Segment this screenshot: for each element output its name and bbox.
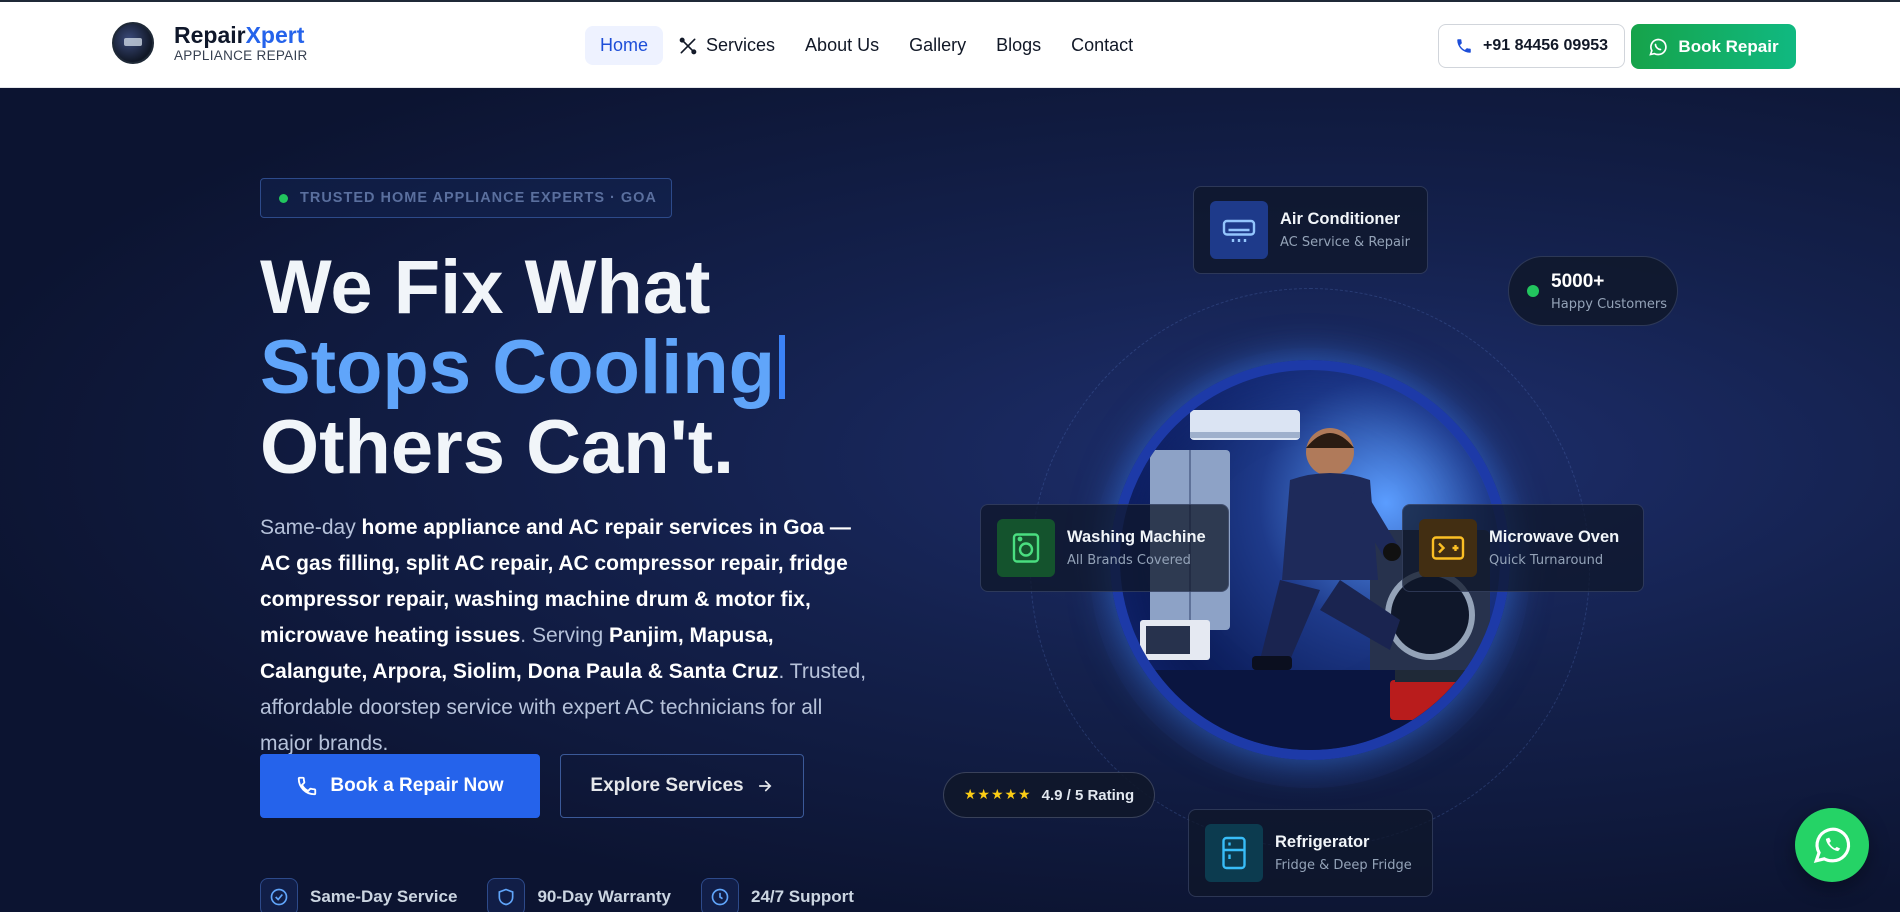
book-repair-now-button[interactable]: Book a Repair Now — [260, 754, 540, 818]
nav-contact[interactable]: Contact — [1056, 26, 1148, 65]
whatsapp-float-button[interactable] — [1795, 808, 1869, 882]
feature-warranty: 90-Day Warranty — [487, 878, 671, 912]
feature-list: Same-Day Service 90-Day Warranty 24/7 Su… — [260, 878, 884, 912]
book-repair-button[interactable]: Book Repair — [1631, 24, 1796, 69]
rating-badge: ★★★★★ 4.9 / 5 Rating — [943, 772, 1155, 818]
air-conditioner-icon — [1210, 201, 1268, 259]
refrigerator-icon — [1205, 824, 1263, 882]
status-dot-icon — [1527, 285, 1539, 297]
phone-button[interactable]: +91 84456 09953 — [1438, 24, 1626, 68]
clock-icon — [700, 878, 739, 912]
hero-section: TRUSTED HOME APPLIANCE EXPERTS · GOA We … — [0, 88, 1900, 912]
feature-support: 24/7 Support — [700, 878, 854, 912]
feature-same-day: Same-Day Service — [260, 878, 457, 912]
nav-blogs[interactable]: Blogs — [981, 26, 1056, 65]
card-air-conditioner[interactable]: Air Conditioner AC Service & Repair — [1193, 186, 1428, 274]
nav-services[interactable]: Services — [663, 26, 790, 65]
nav-about[interactable]: About Us — [790, 26, 894, 65]
nav-home[interactable]: Home — [585, 26, 664, 65]
card-washing-machine[interactable]: Washing Machine All Brands Covered — [980, 504, 1229, 592]
brand-subtitle: APPLIANCE REPAIR — [174, 47, 308, 63]
phone-icon — [298, 776, 317, 796]
arrow-right-icon — [758, 780, 771, 792]
logo-badge-icon — [112, 22, 154, 64]
explore-services-button[interactable]: Explore Services — [560, 754, 804, 818]
hero-headline: We Fix What Stops Cooling Others Can't. — [260, 248, 786, 488]
happy-customers-stat: 5000+ Happy Customers — [1508, 256, 1678, 326]
star-rating-icon: ★★★★★ — [963, 787, 1032, 803]
hero-description: Same-day home appliance and AC repair se… — [260, 516, 867, 755]
main-nav: Home Services About Us Gallery Blogs Con… — [585, 26, 1148, 65]
logo[interactable]: RepairXpert APPLIANCE REPAIR — [112, 22, 308, 64]
whatsapp-icon — [1649, 38, 1668, 56]
microwave-icon — [1419, 519, 1477, 577]
status-dot-icon — [279, 193, 288, 203]
whatsapp-icon — [1813, 827, 1851, 863]
card-refrigerator[interactable]: Refrigerator Fridge & Deep Fridge — [1188, 809, 1433, 897]
brand-name: RepairXpert — [174, 21, 305, 48]
trusted-badge: TRUSTED HOME APPLIANCE EXPERTS · GOA — [260, 178, 672, 218]
check-circle-icon — [260, 878, 298, 912]
typing-cursor — [779, 335, 786, 399]
nav-gallery[interactable]: Gallery — [894, 26, 981, 65]
phone-icon — [1457, 39, 1471, 53]
washing-machine-icon — [997, 519, 1055, 577]
tools-icon — [679, 37, 697, 54]
site-header: RepairXpert APPLIANCE REPAIR Home Servic… — [0, 0, 1900, 88]
shield-icon — [487, 878, 526, 912]
card-microwave-oven[interactable]: Microwave Oven Quick Turnaround — [1402, 504, 1644, 592]
